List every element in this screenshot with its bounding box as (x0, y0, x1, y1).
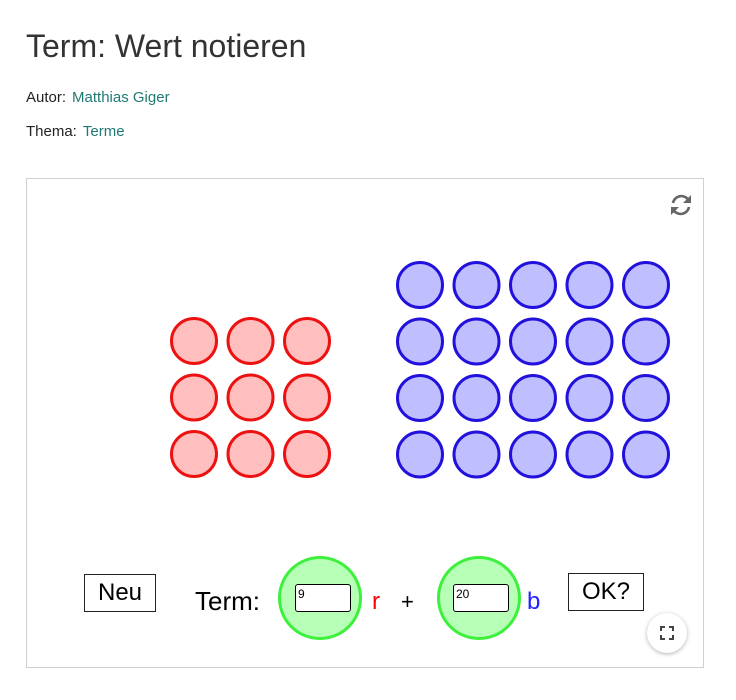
red-counter (170, 317, 218, 365)
counters-canvas (170, 261, 670, 479)
blue-counter (396, 374, 444, 422)
check-button[interactable]: OK? (568, 573, 644, 611)
blue-counter (622, 430, 670, 479)
red-counter (283, 317, 331, 365)
new-button[interactable]: Neu (84, 574, 156, 612)
blue-counter (509, 317, 557, 366)
refresh-icon[interactable] (667, 191, 695, 219)
blue-counter (509, 374, 557, 422)
blue-counter (509, 430, 557, 479)
blue-counter (509, 261, 557, 309)
answer-input-b[interactable] (453, 584, 509, 612)
blue-counter (565, 317, 614, 366)
blue-counter (565, 430, 614, 479)
red-counter (226, 373, 275, 422)
page-title: Term: Wert notieren (26, 28, 307, 64)
red-counter (283, 430, 331, 478)
blue-counter (622, 317, 670, 366)
author-row: Autor: Matthias Giger (26, 88, 170, 108)
answer-input-r[interactable] (295, 584, 351, 612)
blue-counter (452, 317, 501, 366)
topic-label: Thema: (26, 123, 77, 140)
blue-counter (452, 374, 501, 422)
red-counter (226, 430, 275, 478)
blue-counter (452, 430, 501, 479)
blue-counter (396, 317, 444, 366)
variable-b-label: b (527, 588, 541, 615)
author-link[interactable]: Matthias Giger (72, 89, 170, 106)
blue-counter (565, 374, 614, 422)
author-label: Autor: (26, 89, 67, 106)
topic-row: Thema: Terme (26, 122, 125, 142)
blue-counter (622, 374, 670, 422)
variable-r-label: r (372, 588, 380, 615)
red-counter (226, 317, 275, 365)
fullscreen-icon (660, 626, 674, 640)
plus-sign: + (401, 589, 414, 614)
blue-counter (452, 261, 501, 309)
applet-frame: Neu Term: r + b OK? (26, 178, 704, 668)
blue-counter (396, 430, 444, 479)
term-label: Term: (195, 586, 260, 616)
topic-link[interactable]: Terme (83, 123, 125, 140)
red-counter (170, 430, 218, 478)
blue-counter (396, 261, 444, 309)
blue-counter (622, 261, 670, 309)
blue-counter (565, 261, 614, 309)
fullscreen-button[interactable] (647, 613, 687, 653)
red-counter (170, 373, 218, 422)
red-counter (283, 373, 331, 422)
